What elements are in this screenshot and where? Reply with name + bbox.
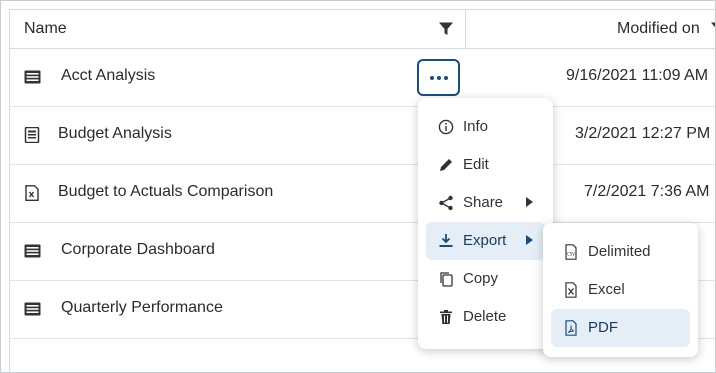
submenu-item-excel[interactable]: Excel xyxy=(551,271,690,309)
export-submenu: CSV Delimited Excel PDF xyxy=(543,223,698,357)
submenu-item-delimited[interactable]: CSV Delimited xyxy=(551,233,690,271)
file-list-panel: Name Modified on Acct Analysis 9/16/2021… xyxy=(0,0,716,373)
menu-item-label: Delete xyxy=(463,308,507,325)
menu-item-delete[interactable]: Delete xyxy=(426,298,545,336)
submenu-arrow-icon xyxy=(526,235,533,245)
row-modified: 9/16/2021 11:09 AM xyxy=(566,67,709,84)
menu-item-share[interactable]: Share xyxy=(426,184,545,222)
menu-item-label: Copy xyxy=(463,270,499,287)
pdf-file-icon xyxy=(565,320,577,336)
row-name[interactable]: Corporate Dashboard xyxy=(61,241,215,259)
table-row[interactable]: Budget to Actuals Comparison 7/2/2021 7:… xyxy=(10,165,715,223)
menu-item-label: Edit xyxy=(463,156,489,173)
table-row[interactable]: Acct Analysis 9/16/2021 11:09 AM xyxy=(10,49,715,107)
submenu-item-pdf[interactable]: PDF xyxy=(551,309,690,347)
dashboard-icon xyxy=(24,70,41,84)
more-actions-button[interactable] xyxy=(417,59,460,96)
excel-file-icon xyxy=(565,282,577,298)
report-icon xyxy=(24,127,40,143)
pencil-icon xyxy=(440,159,452,171)
dashboard-icon xyxy=(24,244,41,258)
row-modified: 7/2/2021 7:36 AM xyxy=(584,183,710,200)
svg-text:CSV: CSV xyxy=(567,252,575,257)
row-name[interactable]: Acct Analysis xyxy=(61,67,155,85)
copy-icon xyxy=(440,272,453,287)
filter-icon[interactable] xyxy=(710,21,716,37)
info-icon xyxy=(438,119,454,135)
download-icon xyxy=(439,234,453,247)
excel-doc-icon xyxy=(25,185,39,201)
column-header-modified[interactable]: Modified on xyxy=(617,20,700,38)
column-header-name[interactable]: Name xyxy=(24,20,67,38)
menu-item-label: Info xyxy=(463,118,489,135)
ellipsis-icon xyxy=(429,75,434,80)
dashboard-icon xyxy=(24,302,41,316)
menu-item-export[interactable]: Export xyxy=(426,222,545,260)
row-name[interactable]: Budget to Actuals Comparison xyxy=(58,183,273,201)
menu-item-edit[interactable]: Edit xyxy=(426,146,545,184)
row-modified: 3/2/2021 12:27 PM xyxy=(575,125,711,142)
submenu-item-label: PDF xyxy=(588,319,618,336)
share-icon xyxy=(439,195,453,211)
menu-item-copy[interactable]: Copy xyxy=(426,260,545,298)
submenu-item-label: Delimited xyxy=(588,243,651,260)
submenu-arrow-icon xyxy=(526,197,533,207)
filter-icon[interactable] xyxy=(438,21,454,37)
row-name[interactable]: Quarterly Performance xyxy=(61,299,223,317)
table-header: Name Modified on xyxy=(10,9,716,49)
column-divider[interactable] xyxy=(465,10,466,49)
row-name[interactable]: Budget Analysis xyxy=(58,125,172,143)
menu-item-info[interactable]: Info xyxy=(426,108,545,146)
context-menu: Info Edit Share Export Copy Delete xyxy=(418,98,553,349)
menu-item-label: Export xyxy=(463,232,507,249)
trash-icon xyxy=(440,310,452,324)
submenu-item-label: Excel xyxy=(588,281,625,298)
csv-file-icon: CSV xyxy=(565,244,577,260)
menu-item-label: Share xyxy=(463,194,504,211)
table-row[interactable]: Budget Analysis 3/2/2021 12:27 PM xyxy=(10,107,715,165)
